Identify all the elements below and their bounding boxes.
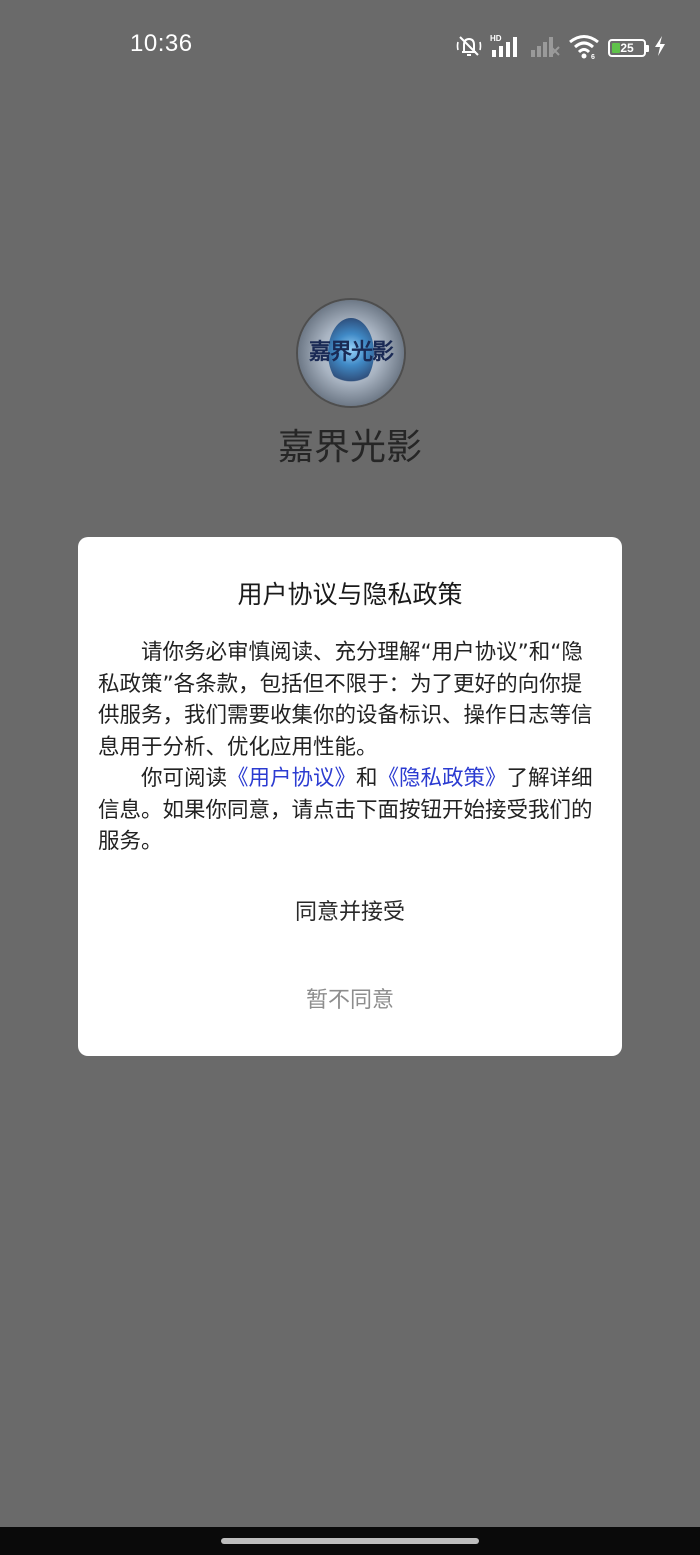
- app-name: 嘉界光影: [277, 427, 422, 468]
- dialog-body: 请你务必审慎阅读、充分理解“用户协议”和“隐私政策”各条款，包括但不限于：为了更…: [98, 637, 602, 858]
- paragraph-2-and: 和: [356, 766, 378, 791]
- signal-off-icon: [530, 33, 560, 63]
- dialog-title: 用户协议与隐私政策: [237, 580, 463, 609]
- battery-icon: 25: [608, 39, 649, 57]
- svg-text:HD: HD: [490, 34, 502, 43]
- dialog-paragraph-2: 你可阅读《用户协议》和《隐私政策》了解详细信息。如果你同意，请点击下面按钮开始接…: [98, 763, 602, 858]
- status-bar: 10:36 HD 6 25: [0, 0, 700, 96]
- logo-text: 嘉界光影: [308, 340, 394, 365]
- status-icons: HD 6 25: [456, 34, 666, 62]
- privacy-policy-link[interactable]: 《隐私政策》: [378, 766, 507, 791]
- paragraph-2-prefix: 你可阅读: [141, 766, 228, 791]
- battery-fill: [612, 43, 620, 53]
- agree-button[interactable]: 同意并接受: [78, 893, 622, 933]
- status-time: 10:36: [130, 30, 193, 57]
- privacy-dialog: 用户协议与隐私政策 请你务必审慎阅读、充分理解“用户协议”和“隐私政策”各条款，…: [78, 537, 622, 1056]
- svg-text:6: 6: [591, 54, 595, 59]
- hd-signal-icon: HD: [490, 33, 522, 63]
- mute-vibrate-icon: [456, 33, 482, 63]
- home-indicator[interactable]: [221, 1538, 479, 1544]
- disagree-button[interactable]: 暂不同意: [78, 981, 622, 1021]
- navigation-bar: [0, 1527, 700, 1555]
- dialog-paragraph-1: 请你务必审慎阅读、充分理解“用户协议”和“隐私政策”各条款，包括但不限于：为了更…: [98, 640, 593, 760]
- battery-level: 25: [620, 41, 634, 55]
- wifi-icon: 6: [568, 33, 600, 63]
- user-agreement-link[interactable]: 《用户协议》: [227, 766, 356, 791]
- charging-icon: [654, 35, 666, 61]
- app-logo: 嘉界光影: [298, 300, 404, 406]
